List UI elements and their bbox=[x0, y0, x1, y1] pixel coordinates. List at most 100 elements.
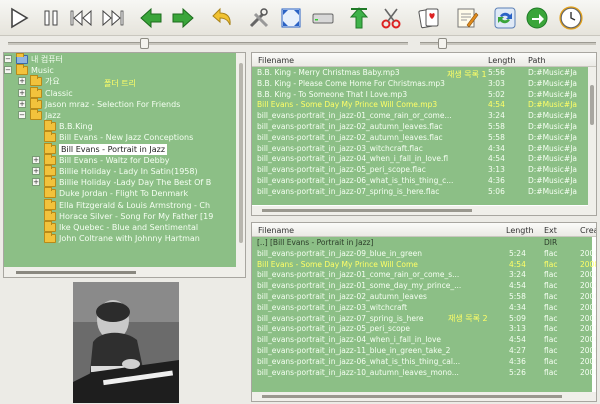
folder-icon bbox=[16, 64, 28, 76]
playlist-1-rows: B.B. King - Merry Christmas Baby.mp3 5:56… bbox=[252, 67, 592, 205]
tree-expander[interactable]: + bbox=[32, 167, 40, 175]
playlist-row[interactable]: bill_evans-portrait_in_jazz-07_spring_is… bbox=[252, 314, 596, 324]
tree-node-label: John Coltrane with Johnny Hartman bbox=[59, 234, 200, 244]
playlist-row[interactable]: bill_evans-portrait_in_jazz-09_blue_in_g… bbox=[252, 249, 596, 259]
tree-node[interactable]: − Music bbox=[4, 64, 236, 76]
play-button[interactable] bbox=[4, 3, 34, 33]
go-button[interactable] bbox=[522, 3, 552, 33]
playlist-row[interactable]: B.B. King - Merry Christmas Baby.mp3 5:56… bbox=[252, 68, 592, 78]
column-length[interactable]: Length bbox=[488, 56, 516, 65]
tree-vertical-scrollbar[interactable] bbox=[236, 53, 245, 267]
playlist-row[interactable]: bill_evans-portrait_in_jazz-02_autumn_le… bbox=[252, 133, 592, 143]
cell-path: D:#Music#Ja bbox=[528, 132, 578, 142]
playlist-row[interactable]: bill_evans-portrait_in_jazz-03_witchcraf… bbox=[252, 144, 592, 154]
playlist-row[interactable]: bill_evans-portrait_in_jazz-01_come_rain… bbox=[252, 270, 596, 280]
tree-horizontal-scrollbar[interactable] bbox=[4, 267, 245, 277]
playlist-row[interactable]: bill_evans-portrait_in_jazz-10_autumn_le… bbox=[252, 367, 596, 378]
playlist-row[interactable]: bill_evans-portrait_in_jazz-01_some_day_… bbox=[252, 281, 596, 291]
cards-button[interactable] bbox=[414, 3, 444, 33]
tree-node[interactable]: + Jason mraz - Selection For Friends bbox=[4, 97, 236, 110]
drive-button[interactable] bbox=[308, 3, 338, 33]
tree-expander[interactable]: − bbox=[4, 66, 12, 75]
tree-expander[interactable]: + bbox=[18, 77, 26, 86]
seek-thumb[interactable] bbox=[140, 38, 149, 49]
playlist-row[interactable]: bill_evans-portrait_in_jazz-06_what_is_t… bbox=[252, 176, 592, 186]
tree-expander[interactable]: + bbox=[32, 155, 40, 164]
tools-button[interactable] bbox=[244, 3, 274, 33]
tree-node[interactable]: + Bill Evans - Waltz for Debby bbox=[4, 153, 236, 166]
tree-node-label: Billie Holiday -Lady Day The Best Of B bbox=[59, 178, 212, 188]
next-button[interactable] bbox=[98, 3, 128, 33]
column-filename[interactable]: Filename bbox=[258, 226, 294, 235]
cell-filename: bill_evans-portrait_in_jazz-10_autumn_le… bbox=[257, 367, 459, 377]
playlist-row[interactable]: bill_evans-portrait_in_jazz-11_blue_in_g… bbox=[252, 346, 596, 356]
tree-expander[interactable]: + bbox=[32, 178, 40, 187]
tree-node[interactable]: + Billie Holiday - Lady In Satin(1958) bbox=[4, 165, 236, 177]
tree-expander[interactable]: − bbox=[18, 111, 26, 119]
cell-length: 3:24 bbox=[509, 270, 526, 280]
tree-expander[interactable]: + bbox=[18, 88, 26, 97]
refresh-button[interactable] bbox=[490, 3, 520, 33]
volume-slider[interactable] bbox=[420, 38, 596, 49]
cell-ext: flac bbox=[544, 259, 558, 269]
playlist-2-horizontal-scrollbar[interactable] bbox=[252, 392, 596, 401]
tree-node[interactable]: − Jazz bbox=[4, 109, 236, 121]
cell-filename: bill_evans-portrait_in_jazz-03_witchcraf… bbox=[257, 143, 423, 153]
playlist-row[interactable]: bill_evans-portrait_in_jazz-02_autumn_le… bbox=[252, 122, 592, 132]
tree-node[interactable]: Ike Quebec - Blue and Sentimental bbox=[4, 221, 236, 233]
tree-node[interactable]: Horace Silver - Song For My Father [19 bbox=[4, 209, 236, 222]
tree-node[interactable]: + Billie Holiday -Lady Day The Best Of B bbox=[4, 176, 236, 188]
tree-expander[interactable]: − bbox=[4, 55, 12, 63]
playlist-row[interactable]: bill_evans-portrait_in_jazz-07_spring_is… bbox=[252, 187, 592, 197]
undo-button[interactable] bbox=[206, 3, 236, 33]
playlist-row[interactable]: bill_evans-portrait_in_jazz-05_peri_scop… bbox=[252, 324, 596, 334]
edit-button[interactable] bbox=[452, 3, 482, 33]
back-button[interactable] bbox=[136, 3, 166, 33]
playlist-row[interactable]: bill_evans-portrait_in_jazz-04_when_i_fa… bbox=[252, 154, 592, 164]
cell-filename: bill_evans-portrait_in_jazz-05_peri_scop… bbox=[257, 165, 426, 175]
playlist-row[interactable]: B.B. King - To Someone That I Love.mp3 5:… bbox=[252, 90, 592, 100]
playlist-row[interactable]: bill_evans-portrait_in_jazz-03_witchcraf… bbox=[252, 303, 596, 313]
playlist-row[interactable]: bill_evans-portrait_in_jazz-04_when_i_fa… bbox=[252, 335, 596, 345]
column-created[interactable]: Crea bbox=[580, 226, 596, 235]
playlist-row[interactable]: bill_evans-portrait_in_jazz-02_autumn_le… bbox=[252, 292, 596, 302]
tree-node[interactable]: B.B.King bbox=[4, 120, 236, 132]
cell-ext: flac bbox=[544, 292, 558, 301]
column-length[interactable]: Length bbox=[506, 226, 534, 235]
add-button[interactable] bbox=[344, 3, 374, 33]
pause-button[interactable] bbox=[36, 3, 66, 33]
cell-filename: bill_evans-portrait_in_jazz-01_some_day_… bbox=[257, 281, 462, 291]
tree-expander[interactable]: + bbox=[18, 99, 26, 108]
playlist-row[interactable]: bill_evans-portrait_in_jazz-05_peri_scop… bbox=[252, 165, 592, 175]
playlist-row[interactable]: bill_evans-portrait_in_jazz-01_come_rain… bbox=[252, 111, 592, 121]
volume-thumb[interactable] bbox=[438, 38, 447, 49]
tree-node[interactable]: Duke Jordan - Flight To Denmark bbox=[4, 187, 236, 199]
seek-slider[interactable] bbox=[8, 38, 408, 49]
playlist-row[interactable]: [..] [Bill Evans - Portrait in Jazz] DIR bbox=[252, 238, 592, 248]
tree-node[interactable]: John Coltrane with Johnny Hartman bbox=[4, 232, 236, 244]
tree-node[interactable]: Bill Evans - Portrait in Jazz bbox=[4, 142, 236, 155]
cell-filename: bill_evans-portrait_in_jazz-07_spring_is… bbox=[257, 186, 440, 196]
clock-button[interactable] bbox=[556, 3, 586, 33]
cell-length: 5:58 bbox=[488, 132, 505, 142]
playlist-1-vertical-scrollbar[interactable] bbox=[588, 67, 596, 207]
tree-node[interactable]: + Classic bbox=[4, 86, 236, 99]
playlist-1-horizontal-scrollbar[interactable] bbox=[252, 206, 596, 215]
tree-node[interactable]: Ella Fitzgerald & Louis Armstrong - Ch bbox=[4, 198, 236, 211]
cell-length: 5:56 bbox=[488, 68, 505, 77]
playlist-row[interactable]: Bill Evans - Some Day My Prince Will Com… bbox=[252, 259, 596, 270]
column-path[interactable]: Path bbox=[528, 56, 546, 65]
column-ext[interactable]: Ext bbox=[544, 226, 557, 235]
previous-button[interactable] bbox=[66, 3, 96, 33]
tree-node[interactable]: − 내 컴퓨터 bbox=[4, 53, 236, 65]
column-filename[interactable]: Filename bbox=[258, 56, 294, 65]
tree-node[interactable]: Bill Evans - New Jazz Conceptions bbox=[4, 131, 236, 143]
cut-button[interactable] bbox=[376, 3, 406, 33]
forward-button[interactable] bbox=[168, 3, 198, 33]
cell-created: 2008 bbox=[580, 346, 596, 355]
cell-length: 4:54 bbox=[509, 335, 526, 345]
fullscreen-button[interactable] bbox=[276, 3, 306, 33]
playlist-row[interactable]: bill_evans-portrait_in_jazz-06_what_is_t… bbox=[252, 357, 596, 367]
playlist-row[interactable]: B.B. King - Please Come Home For Christm… bbox=[252, 79, 592, 89]
playlist-row[interactable]: Bill Evans - Some Day My Prince Will Com… bbox=[252, 100, 592, 110]
